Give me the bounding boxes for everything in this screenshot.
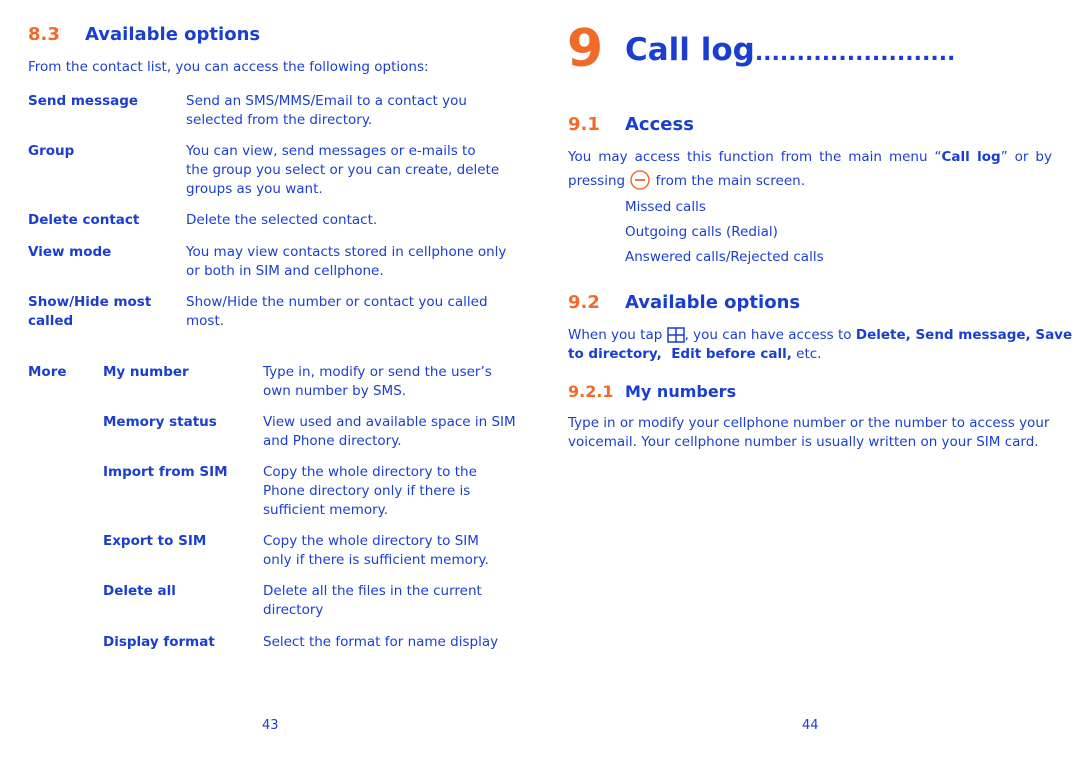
chapter-title-row: Call log........................	[625, 30, 955, 74]
description-line: View used and available space in SIM	[263, 414, 516, 430]
option-label-line: called	[28, 313, 74, 329]
more-label: More	[28, 364, 67, 380]
description-line: Delete all the files in the current	[263, 583, 482, 599]
access-paragraph-line-2: pressing from the main screen.	[568, 170, 805, 192]
description-line: and Phone directory.	[263, 433, 402, 449]
option-label: View mode	[28, 243, 111, 262]
option-label-line: Group	[28, 143, 75, 159]
my-numbers-paragraph: Type in or modify your cellphone number …	[568, 414, 1049, 452]
more-option-label: Export to SIM	[103, 533, 207, 549]
chapter-leader-dots: ........................	[754, 41, 956, 66]
text: When you tap	[568, 327, 663, 343]
more-option-label: My number	[103, 364, 189, 380]
more-option-description: Copy the whole directory to the Phone dir…	[263, 463, 477, 520]
option-names: to directory, Edit before call,	[568, 346, 792, 362]
option-label-line: Send message	[28, 93, 139, 109]
section-heading-9-2-1: 9.2.1 My numbers	[568, 382, 736, 401]
section-heading-9-2: 9.2 Available options	[568, 292, 800, 313]
section-number: 9.2	[568, 292, 600, 313]
description-line: or both in SIM and cellphone.	[186, 263, 384, 279]
more-option-description: View used and available space in SIM and …	[263, 413, 516, 451]
section-heading-9-1: 9.1 Access	[568, 114, 694, 135]
more-option-description: Select the format for name display	[263, 633, 498, 652]
option-label-line: View mode	[28, 244, 112, 260]
description-line: own number by SMS.	[263, 383, 407, 399]
page-number-right: 44	[802, 718, 819, 733]
more-option-label: Import from SIM	[103, 464, 228, 480]
option-description: Send an SMS/MMS/Email to a contact you se…	[186, 92, 467, 130]
text: , you can have access to	[684, 327, 856, 343]
description-line: You can view, send messages or e-mails t…	[186, 143, 476, 159]
options-paragraph-line-1: When you tap , you can have access to De…	[568, 326, 1072, 345]
option-label: Group	[28, 142, 74, 161]
access-paragraph-line-1: You may access this function from the ma…	[568, 148, 1052, 167]
option-description: Delete the selected contact.	[186, 211, 377, 230]
section-title: Available options	[625, 292, 801, 313]
option-label: Show/Hide most called	[28, 293, 151, 331]
call-type-item: Answered calls/Rejected calls	[625, 249, 824, 265]
description-line: Type in, modify or send the user’s	[263, 364, 492, 380]
description-line: most.	[186, 313, 225, 329]
more-option-description: Type in, modify or send the user’s own nu…	[263, 363, 492, 401]
description-line: directory	[263, 602, 324, 618]
more-option-label: Memory status	[103, 414, 217, 430]
text-line: Type in or modify your cellphone number …	[568, 415, 1050, 431]
more-option-description: Copy the whole directory to SIM only if t…	[263, 532, 489, 570]
option-description: You may view contacts stored in cellphon…	[186, 243, 506, 281]
section-title: Access	[625, 114, 694, 135]
section-title: My numbers	[625, 382, 737, 401]
description-line: Phone directory only if there is	[263, 483, 471, 499]
option-label: Send message	[28, 92, 138, 111]
intro-text: From the contact list, you can access th…	[28, 59, 429, 75]
menu-name: Call log	[941, 149, 1001, 165]
more-option-label: Display format	[103, 634, 215, 650]
description-line: only if there is sufficient memory.	[263, 552, 489, 568]
description-line: Send an SMS/MMS/Email to a contact you	[186, 93, 467, 109]
call-type-item: Missed calls	[625, 199, 706, 215]
description-line: Copy the whole directory to the	[263, 464, 477, 480]
chapter-title: Call log	[625, 32, 755, 68]
description-line: sufficient memory.	[263, 502, 389, 518]
description-line: You may view contacts stored in cellphon…	[186, 244, 507, 260]
option-names: Delete, Send message, Save	[855, 327, 1073, 343]
text: ” or by	[1000, 149, 1052, 165]
section-number: 8.3	[28, 24, 60, 45]
text: etc.	[791, 346, 822, 362]
section-heading-8-3: 8.3 Available options	[28, 24, 260, 45]
text: You may access this function from the ma…	[568, 149, 942, 165]
grid-menu-icon	[666, 327, 685, 343]
section-number: 9.1	[568, 114, 600, 135]
options-paragraph-line-2: to directory, Edit before call, etc.	[568, 345, 821, 364]
option-label-line: Delete contact	[28, 212, 140, 228]
text-line: voicemail. Your cellphone number is usua…	[568, 434, 1039, 450]
chapter-number: 9	[567, 19, 604, 79]
option-description: You can view, send messages or e-mails t…	[186, 142, 499, 199]
text: from the main screen.	[651, 173, 806, 189]
page-number-left: 43	[262, 718, 279, 733]
description-line: Select the format for name display	[263, 634, 499, 650]
description-line: Copy the whole directory to SIM	[263, 533, 479, 549]
minus-circle-key-icon	[630, 170, 651, 190]
description-line: selected from the directory.	[186, 112, 373, 128]
option-description: Show/Hide the number or contact you call…	[186, 293, 488, 331]
description-line: the group you select or you can create, …	[186, 162, 500, 178]
description-line: Show/Hide the number or contact you call…	[186, 294, 488, 310]
text: pressing	[568, 173, 626, 189]
section-number: 9.2.1	[568, 382, 614, 401]
option-label-line: Show/Hide most	[28, 294, 152, 310]
call-type-item: Outgoing calls (Redial)	[625, 224, 778, 240]
more-option-label: Delete all	[103, 583, 176, 599]
section-title: Available options	[85, 24, 261, 45]
description-line: groups as you want.	[186, 181, 323, 197]
option-label: Delete contact	[28, 211, 139, 230]
description-line: Delete the selected contact.	[186, 212, 378, 228]
more-option-description: Delete all the files in the current direc…	[263, 582, 482, 620]
